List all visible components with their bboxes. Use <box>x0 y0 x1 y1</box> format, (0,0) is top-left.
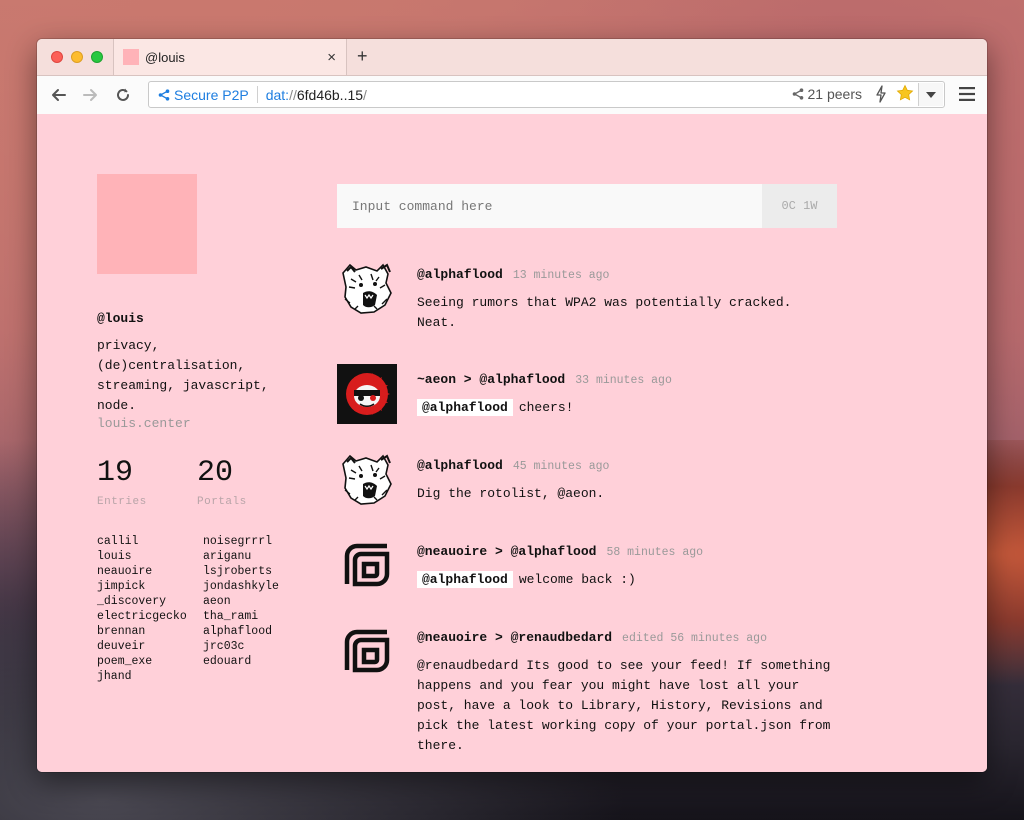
favicon-icon <box>123 49 139 65</box>
share-icon <box>158 88 170 101</box>
portal-link[interactable]: jhand <box>97 669 187 684</box>
entry-body: @renaudbedard Its good to see your feed!… <box>417 658 831 753</box>
portal-link[interactable]: jondashkyle <box>203 579 279 594</box>
profile-bio: privacy, (de)centralisation, streaming, … <box>97 338 269 413</box>
portal-link[interactable]: deuveir <box>97 639 187 654</box>
entry-header: @neauoire > @renaudbedard edited 56 minut… <box>417 630 767 645</box>
mention-chip[interactable]: @alphaflood <box>417 399 513 416</box>
entry-body: @alphaflood cheers! <box>417 398 837 418</box>
mention-chip[interactable]: @alphaflood <box>417 571 513 588</box>
lightning-icon[interactable] <box>875 85 887 108</box>
tab-louis[interactable]: @louis × <box>113 39 347 75</box>
entry-header: @alphaflood 13 minutes ago <box>417 267 609 282</box>
portal-link[interactable]: callil <box>97 534 187 549</box>
portal-list-col2: noisegrrrl ariganu lsjroberts jondashkyl… <box>203 534 279 669</box>
browser-window: @louis × + Secure P2P dat://6fd46b..15/ <box>37 39 987 772</box>
entry-body: Dig the rotolist, @aeon. <box>417 486 605 501</box>
command-bar: 0C 1W <box>337 184 837 228</box>
tab-title: @louis <box>145 49 185 65</box>
chevron-down-icon[interactable] <box>918 83 943 106</box>
entry-time: edited 56 minutes ago <box>622 632 767 645</box>
entry-header: ~aeon > @alphaflood 33 minutes ago <box>417 372 672 387</box>
tab-bar: @louis × + <box>37 39 987 76</box>
browser-toolbar: Secure P2P dat://6fd46b..15/ 21 peers <box>37 76 987 115</box>
portal-link[interactable]: tha_rami <box>203 609 279 624</box>
secure-p2p-indicator[interactable]: Secure P2P <box>158 87 249 103</box>
stat-portals-value: 20 <box>197 456 234 490</box>
back-arrow-icon[interactable] <box>48 84 70 106</box>
entry-time: 33 minutes ago <box>575 374 672 387</box>
entry-time: 45 minutes ago <box>512 460 610 473</box>
stat-entries-value: 19 <box>97 456 134 490</box>
bear-avatar[interactable] <box>337 450 397 510</box>
portal-link[interactable]: jrc03c <box>203 639 279 654</box>
url-trailing: / <box>363 86 367 103</box>
neauoire-avatar[interactable] <box>337 536 397 596</box>
hamburger-menu-icon[interactable] <box>959 87 975 106</box>
command-input[interactable] <box>337 184 762 228</box>
entry-author[interactable]: ~aeon > @alphaflood <box>417 372 565 387</box>
url-slashes: // <box>289 86 297 103</box>
zoom-window-button[interactable] <box>91 51 103 63</box>
address-bar[interactable]: Secure P2P dat://6fd46b..15/ 21 peers <box>148 81 945 108</box>
entry-author[interactable]: @neauoire > @alphaflood <box>417 544 596 559</box>
rotonde-page: @louis privacy, (de)centralisation, stre… <box>37 114 987 772</box>
stat-entries[interactable]: 19 Entries <box>97 458 147 508</box>
portal-link[interactable]: brennan <box>97 624 187 639</box>
entry-body: Seeing rumors that WPA2 was potentially … <box>417 295 792 330</box>
address-divider <box>256 86 258 103</box>
stat-portals[interactable]: 20 Portals <box>197 458 247 508</box>
profile-avatar <box>97 174 197 274</box>
entry-header: @alphaflood 45 minutes ago <box>417 458 609 473</box>
portal-link[interactable]: alphaflood <box>203 624 279 639</box>
portal-link[interactable]: jimpick <box>97 579 187 594</box>
portal-link[interactable]: lsjroberts <box>203 564 279 579</box>
stat-portals-label: Portals <box>197 496 247 508</box>
aeon-avatar[interactable] <box>337 364 397 424</box>
bear-avatar[interactable] <box>337 259 397 319</box>
portal-link[interactable]: ariganu <box>203 549 279 564</box>
peers-share-icon <box>792 88 804 100</box>
url-text[interactable]: dat://6fd46b..15/ <box>266 87 367 103</box>
portal-link[interactable]: edouard <box>203 654 279 669</box>
portal-link[interactable]: poem_exe <box>97 654 187 669</box>
portal-link[interactable]: neauoire <box>97 564 187 579</box>
entry-author[interactable]: @alphaflood <box>417 267 503 282</box>
stat-entries-label: Entries <box>97 496 147 508</box>
minimize-window-button[interactable] <box>71 51 83 63</box>
entry-text: welcome back :) <box>518 572 636 587</box>
bookmark-star-icon[interactable] <box>896 84 914 107</box>
portal-link[interactable]: _discovery <box>97 594 187 609</box>
portal-link[interactable]: noisegrrrl <box>203 534 279 549</box>
entry-author[interactable]: @neauoire > @renaudbedard <box>417 630 612 645</box>
profile-name: @louis <box>97 311 144 326</box>
url-host: 6fd46b..15 <box>296 86 364 103</box>
url-protocol: dat: <box>265 86 290 103</box>
entry-time: 13 minutes ago <box>512 269 610 282</box>
window-controls <box>51 51 103 63</box>
portal-link[interactable]: aeon <box>203 594 279 609</box>
entry-author[interactable]: @alphaflood <box>417 458 503 473</box>
peers-indicator[interactable]: 21 peers <box>792 86 862 102</box>
entry-header: @neauoire > @alphaflood 58 minutes ago <box>417 544 703 559</box>
close-window-button[interactable] <box>51 51 63 63</box>
portal-link[interactable]: louis <box>97 549 187 564</box>
profile-site-link[interactable]: louis.center <box>97 416 191 431</box>
neauoire-avatar[interactable] <box>337 622 397 682</box>
new-tab-button[interactable]: + <box>357 47 368 65</box>
forward-arrow-icon[interactable] <box>79 84 101 106</box>
portal-link[interactable]: electricgecko <box>97 609 187 624</box>
entry-body: @alphaflood welcome back :) <box>417 570 837 590</box>
portal-list-col1: callil louis neauoire jimpick _discovery… <box>97 534 187 684</box>
reload-icon[interactable] <box>112 84 134 106</box>
entry-text: cheers! <box>518 400 574 415</box>
peers-label: 21 peers <box>807 86 862 102</box>
secure-label: Secure P2P <box>174 86 249 103</box>
command-status: 0C 1W <box>762 184 837 228</box>
entry-time: 58 minutes ago <box>606 546 704 559</box>
tab-close-icon[interactable]: × <box>327 50 336 65</box>
